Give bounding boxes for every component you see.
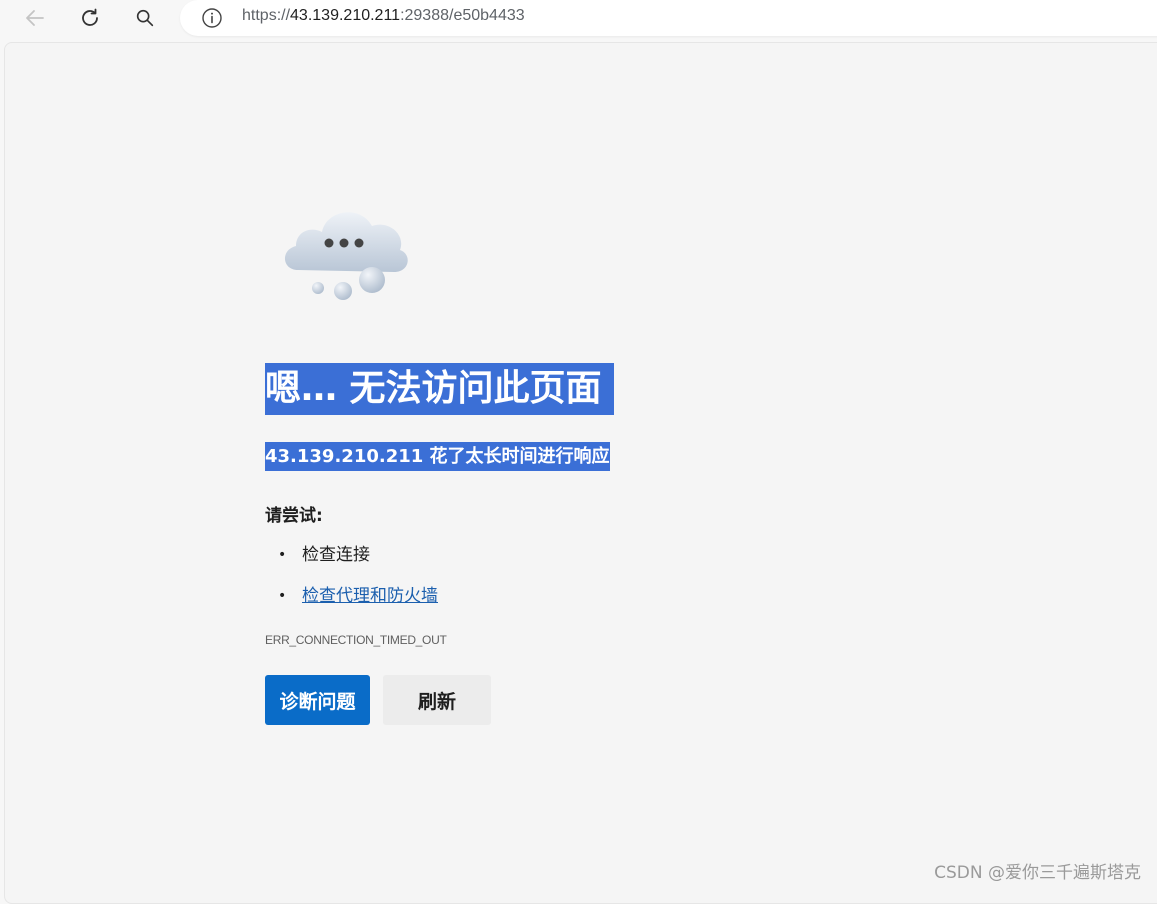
error-code: ERR_CONNECTION_TIMED_OUT — [265, 633, 447, 647]
refresh-icon — [82, 8, 98, 26]
back-arrow-icon — [26, 10, 44, 26]
suggestion-list: • 检查连接 • 检查代理和防火墙 — [265, 540, 438, 622]
error-subtitle: 43.139.210.211 花了太长时间进行响应 — [265, 442, 610, 471]
address-bar[interactable]: https://43.139.210.211:29388/e50b4433 — [180, 0, 1157, 36]
info-icon[interactable] — [200, 6, 224, 30]
suggestion-item: • 检查连接 — [265, 540, 438, 581]
refresh-button[interactable] — [74, 4, 106, 32]
try-label: 请尝试: — [265, 506, 323, 526]
url-host: 43.139.210.211 — [290, 7, 401, 24]
url-scheme: https:// — [242, 7, 291, 24]
error-title: 嗯… 无法访问此页面 — [265, 363, 614, 415]
url-text[interactable]: https://43.139.210.211:29388/e50b4433 — [242, 7, 525, 25]
check-proxy-firewall-link[interactable]: 检查代理和防火墙 — [302, 586, 438, 606]
back-button[interactable] — [19, 4, 51, 32]
page-content — [4, 42, 1157, 904]
suggestion-item: • 检查代理和防火墙 — [265, 581, 438, 622]
thinking-cloud-icon — [284, 212, 408, 300]
suggestion-check-connection: 检查连接 — [302, 545, 370, 565]
diagnose-button[interactable]: 诊断问题 — [265, 675, 370, 725]
url-path: :29388/e50b4433 — [400, 7, 525, 24]
refresh-page-button[interactable]: 刷新 — [383, 675, 491, 725]
bullet-icon: • — [278, 547, 287, 563]
bullet-icon: • — [278, 588, 287, 604]
search-icon — [136, 9, 154, 27]
search-button[interactable] — [129, 4, 161, 32]
watermark: CSDN @爱你三千遍斯塔克 — [934, 863, 1141, 883]
browser-toolbar: https://43.139.210.211:29388/e50b4433 — [0, 0, 1157, 40]
